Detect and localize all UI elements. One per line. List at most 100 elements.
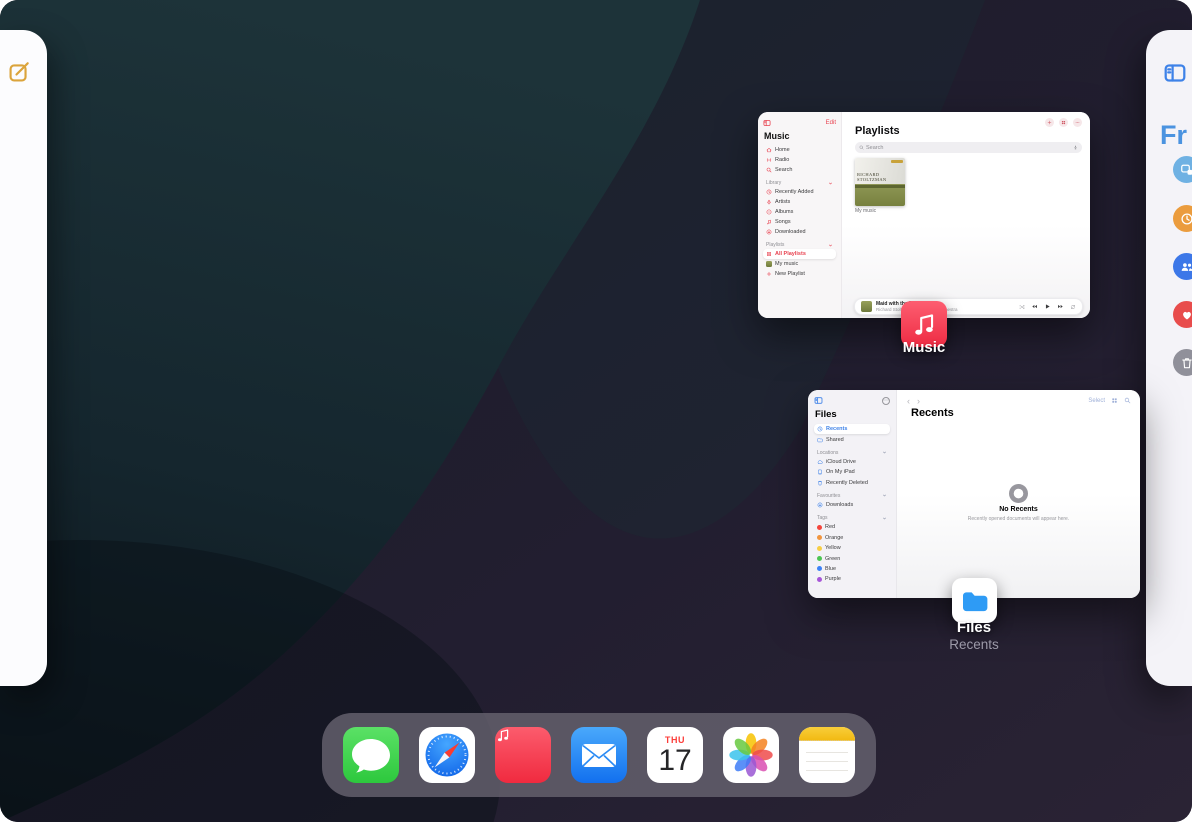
sidebar-item-all-playlists[interactable]: All Playlists (763, 249, 836, 259)
sidebar-item-shared[interactable]: Shared (814, 434, 890, 444)
envelope-icon (582, 744, 616, 767)
sidebar-item-recently-added[interactable]: Recently Added (763, 187, 836, 197)
dock-icon-messages[interactable] (343, 727, 399, 783)
dictation-mic-icon[interactable] (1073, 145, 1078, 150)
dock-icon-calendar[interactable]: THU 17 (647, 727, 703, 783)
notes-icon-band (799, 727, 855, 741)
note-icon (766, 219, 772, 225)
ipad-icon (817, 469, 823, 475)
sidebar-item-songs[interactable]: Songs (763, 217, 836, 227)
dock-icon-notes[interactable] (799, 727, 855, 783)
flower-icon (729, 733, 773, 777)
dock-icon-photos[interactable] (723, 727, 779, 783)
music-app-card[interactable]: Edit Music Home Radio Search Library Rec… (758, 112, 1090, 318)
dock: THU 17 (322, 713, 876, 797)
grid-icon (766, 251, 772, 257)
sidebar-item-radio[interactable]: Radio (763, 155, 836, 165)
tag-red[interactable]: Red (814, 522, 890, 532)
rewind-icon[interactable] (1031, 303, 1038, 310)
tag-dot (817, 524, 822, 530)
files-app-icon[interactable] (952, 578, 997, 623)
sidebar-item-downloaded[interactable]: Downloaded (763, 227, 836, 237)
tag-blue[interactable]: Blue (814, 564, 890, 574)
select-button[interactable]: Select (1088, 398, 1105, 404)
playlist-thumbnail (766, 261, 772, 267)
freeform-title: Fr (1160, 120, 1187, 150)
calendar-date: 17 (658, 744, 692, 777)
chevron-down-icon (882, 493, 887, 498)
chevron-down-icon (882, 450, 887, 455)
disc-icon (766, 209, 772, 215)
play-icon[interactable] (1044, 303, 1051, 310)
playlist-tile[interactable]: RICHARD STOLTZMAN My music (855, 158, 905, 214)
freeform-edge-panel[interactable]: Fr (1146, 30, 1192, 686)
sidebar-toggle-icon[interactable] (1163, 61, 1187, 85)
tags-section-header[interactable]: Tags (817, 515, 887, 521)
sidebar-item-new-playlist[interactable]: New Playlist (763, 269, 836, 279)
sidebar-item-artists[interactable]: Artists (763, 197, 836, 207)
music-search-field[interactable]: Search (855, 142, 1082, 153)
sidebar-item-search[interactable]: Search (763, 165, 836, 175)
back-chevron[interactable]: ‹ (907, 396, 910, 405)
playlists-section-header[interactable]: Playlists (766, 242, 833, 248)
shuffle-icon[interactable] (1019, 304, 1025, 310)
recents-page-title: Recents (911, 407, 954, 419)
grid-view-icon[interactable] (1111, 397, 1118, 404)
chevron-down-icon (828, 243, 833, 248)
empty-state: No Recents Recently opened documents wil… (897, 484, 1140, 522)
sidebar-toggle-icon[interactable] (763, 119, 771, 127)
tag-yellow[interactable]: Yellow (814, 543, 890, 553)
plus-icon (766, 271, 772, 277)
tag-dot (817, 545, 822, 551)
more-button[interactable] (1073, 118, 1082, 127)
repeat-icon[interactable] (1070, 304, 1076, 310)
trash-icon (817, 480, 823, 486)
notes-edge-panel[interactable] (0, 30, 47, 686)
compose-icon[interactable] (8, 60, 31, 83)
sidebar-item-on-my-ipad[interactable]: On My iPad (814, 467, 890, 477)
music-note-icon (495, 727, 511, 743)
album-art-badge (891, 160, 903, 163)
music-sidebar-title: Music (764, 131, 790, 141)
shared-folder-icon (817, 437, 823, 443)
sidebar-item-recently-deleted[interactable]: Recently Deleted (814, 478, 890, 488)
dock-icon-safari[interactable] (419, 727, 475, 783)
sidebar-item-home[interactable]: Home (763, 145, 836, 155)
sidebar-item-my-music[interactable]: My music (763, 259, 836, 269)
favourites-section-header[interactable]: Favourites (817, 493, 887, 499)
sidebar-toggle-icon[interactable] (814, 396, 823, 405)
ipad-app-switcher-screen: Fr Edit Music Home Radio Search Library … (0, 0, 1192, 822)
files-sidebar-title: Files (815, 409, 837, 420)
fast-forward-icon[interactable] (1057, 303, 1064, 310)
favourites-heart-icon[interactable] (1173, 301, 1192, 328)
tag-dot (817, 576, 822, 582)
search-icon (766, 167, 772, 173)
dock-icon-music[interactable] (495, 727, 551, 783)
files-app-card[interactable]: ⋯ Files Recents Shared Locations iCloud … (808, 390, 1140, 598)
sidebar-item-albums[interactable]: Albums (763, 207, 836, 217)
recents-clock-icon[interactable] (1173, 205, 1192, 232)
edit-button[interactable]: Edit (826, 120, 836, 126)
music-card-label: Music (902, 339, 946, 356)
tag-green[interactable]: Green (814, 553, 890, 563)
files-card-label: Files (956, 619, 992, 636)
sidebar-item-downloads[interactable]: Downloads (814, 500, 890, 510)
library-section-header[interactable]: Library (766, 180, 833, 186)
view-options-button[interactable] (1059, 118, 1068, 127)
forward-chevron[interactable]: › (917, 396, 920, 405)
search-icon[interactable] (1124, 397, 1131, 404)
new-playlist-button[interactable] (1045, 118, 1054, 127)
recently-deleted-trash-icon[interactable] (1173, 349, 1192, 376)
chevron-down-icon (882, 516, 887, 521)
tag-purple[interactable]: Purple (814, 574, 890, 584)
tag-orange[interactable]: Orange (814, 533, 890, 543)
tag-dot (817, 566, 822, 572)
all-boards-icon[interactable] (1173, 156, 1192, 183)
sidebar-item-recents[interactable]: Recents (814, 424, 890, 435)
dock-icon-mail[interactable] (571, 727, 627, 783)
now-playing-bar[interactable]: Maid with the Flaxen Hair Richard Stoltz… (854, 298, 1083, 315)
shared-people-icon[interactable] (1173, 253, 1192, 280)
sidebar-more-button[interactable]: ⋯ (882, 396, 890, 405)
sidebar-item-icloud-drive[interactable]: iCloud Drive (814, 457, 890, 467)
locations-section-header[interactable]: Locations (817, 450, 887, 456)
